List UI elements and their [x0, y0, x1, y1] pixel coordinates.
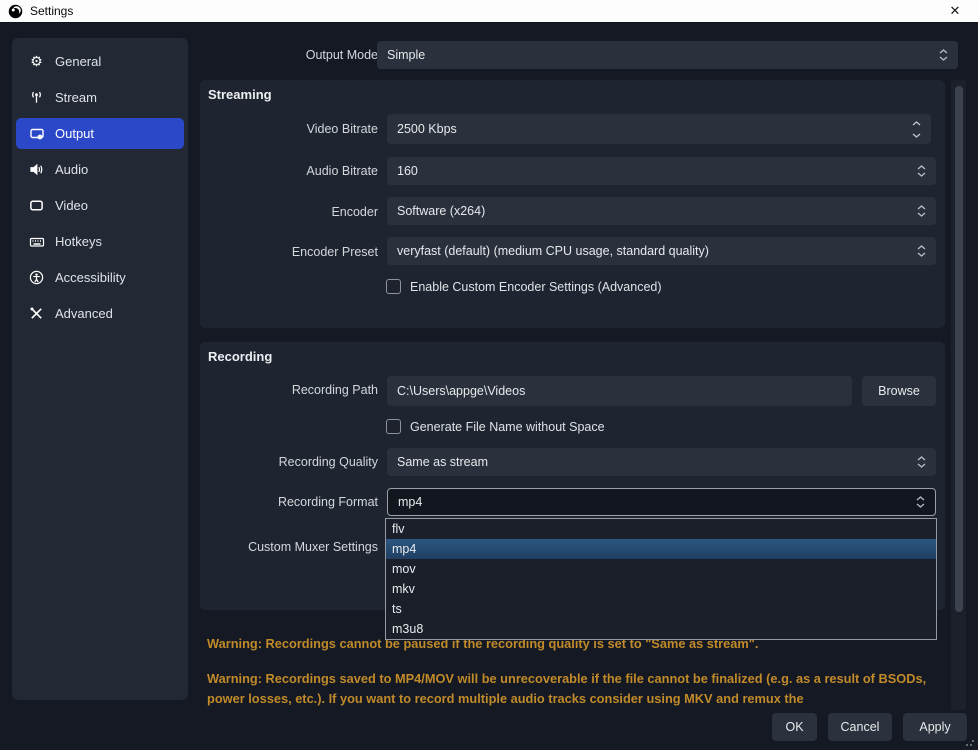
video-bitrate-spinbox[interactable]: 2500 Kbps — [387, 114, 931, 144]
chevron-updown-icon — [917, 456, 926, 468]
chevron-updown-icon — [917, 205, 926, 217]
sidebar-item-stream[interactable]: Stream — [16, 82, 184, 113]
browse-button[interactable]: Browse — [862, 376, 936, 406]
no-space-checkbox[interactable] — [386, 419, 401, 434]
warning-mp4-text: Warning: Recordings saved to MP4/MOV wil… — [207, 669, 945, 709]
keyboard-icon — [28, 233, 45, 250]
recording-quality-label: Recording Quality — [200, 455, 378, 469]
recording-quality-value: Same as stream — [397, 455, 488, 469]
output-mode-value: Simple — [387, 48, 425, 62]
sidebar-item-hotkeys[interactable]: Hotkeys — [16, 226, 184, 257]
window-title: Settings — [30, 4, 73, 18]
dropdown-option-ts[interactable]: ts — [386, 599, 936, 619]
sidebar-item-label: Hotkeys — [55, 234, 102, 249]
output-mode-select[interactable]: Simple — [377, 41, 958, 69]
chevron-updown-icon — [916, 496, 925, 508]
no-space-checkbox-label: Generate File Name without Space — [410, 420, 605, 434]
encoder-value: Software (x264) — [397, 204, 485, 218]
audio-bitrate-value: 160 — [397, 164, 418, 178]
close-icon[interactable]: ✕ — [940, 3, 970, 19]
chevron-updown-icon — [917, 165, 926, 177]
sidebar-item-label: General — [55, 54, 101, 69]
recording-format-dropdown: flv mp4 mov mkv ts m3u8 — [385, 518, 937, 640]
encoder-preset-label: Encoder Preset — [200, 245, 378, 259]
recording-quality-select[interactable]: Same as stream — [387, 448, 936, 476]
dropdown-option-m3u8[interactable]: m3u8 — [386, 619, 936, 639]
settings-window: Settings ✕ ⚙ General Stream — [0, 0, 978, 750]
sidebar-item-label: Audio — [55, 162, 88, 177]
sidebar-item-label: Advanced — [55, 306, 113, 321]
accessibility-icon — [28, 269, 45, 286]
sidebar-item-label: Accessibility — [55, 270, 126, 285]
speaker-icon — [28, 161, 45, 178]
settings-sidebar: ⚙ General Stream Output — [12, 38, 188, 700]
encoder-preset-value: veryfast (default) (medium CPU usage, st… — [397, 244, 709, 258]
dropdown-option-flv[interactable]: flv — [386, 519, 936, 539]
chevron-updown-icon — [917, 245, 926, 257]
sidebar-item-video[interactable]: Video — [16, 190, 184, 221]
audio-bitrate-label: Audio Bitrate — [200, 164, 378, 178]
encoder-preset-select[interactable]: veryfast (default) (medium CPU usage, st… — [387, 237, 936, 265]
recording-path-label: Recording Path — [200, 383, 378, 397]
recording-format-value: mp4 — [398, 495, 422, 509]
apply-button[interactable]: Apply — [903, 713, 967, 741]
scrollbar-thumb[interactable] — [955, 86, 963, 612]
spinbox-arrows-icon[interactable] — [912, 121, 921, 138]
cancel-button[interactable]: Cancel — [828, 713, 892, 741]
sidebar-item-label: Stream — [55, 90, 97, 105]
streaming-header: Streaming — [208, 87, 272, 102]
chevron-updown-icon — [939, 49, 948, 61]
obs-logo-icon — [8, 4, 23, 19]
sidebar-item-output[interactable]: Output — [16, 118, 184, 149]
custom-encoder-checkbox-label: Enable Custom Encoder Settings (Advanced… — [410, 280, 662, 294]
sidebar-item-label: Video — [55, 198, 88, 213]
audio-bitrate-select[interactable]: 160 — [387, 157, 936, 185]
recording-format-label: Recording Format — [200, 495, 378, 509]
custom-encoder-checkbox[interactable] — [386, 279, 401, 294]
screen-share-icon — [28, 125, 45, 142]
video-bitrate-value: 2500 Kbps — [397, 122, 457, 136]
recording-format-select[interactable]: mp4 — [387, 488, 936, 516]
sidebar-item-label: Output — [55, 126, 94, 141]
antenna-icon — [28, 89, 45, 106]
recording-path-input[interactable]: C:\Users\appge\Videos — [387, 376, 852, 406]
output-mode-label: Output Mode — [200, 48, 378, 62]
custom-muxer-label: Custom Muxer Settings — [200, 540, 378, 554]
dropdown-option-mkv[interactable]: mkv — [386, 579, 936, 599]
recording-path-value: C:\Users\appge\Videos — [397, 384, 525, 398]
resize-grip[interactable] — [965, 737, 975, 747]
display-icon — [28, 197, 45, 214]
titlebar: Settings ✕ — [0, 0, 978, 23]
sidebar-item-audio[interactable]: Audio — [16, 154, 184, 185]
video-bitrate-label: Video Bitrate — [200, 122, 378, 136]
tools-icon — [28, 305, 45, 322]
dropdown-option-mov[interactable]: mov — [386, 559, 936, 579]
encoder-label: Encoder — [200, 205, 378, 219]
dropdown-option-mp4[interactable]: mp4 — [386, 539, 936, 559]
gear-icon: ⚙ — [28, 53, 45, 70]
sidebar-item-general[interactable]: ⚙ General — [16, 46, 184, 77]
recording-header: Recording — [208, 349, 272, 364]
sidebar-item-accessibility[interactable]: Accessibility — [16, 262, 184, 293]
ok-button[interactable]: OK — [772, 713, 817, 741]
encoder-select[interactable]: Software (x264) — [387, 197, 936, 225]
sidebar-item-advanced[interactable]: Advanced — [16, 298, 184, 329]
